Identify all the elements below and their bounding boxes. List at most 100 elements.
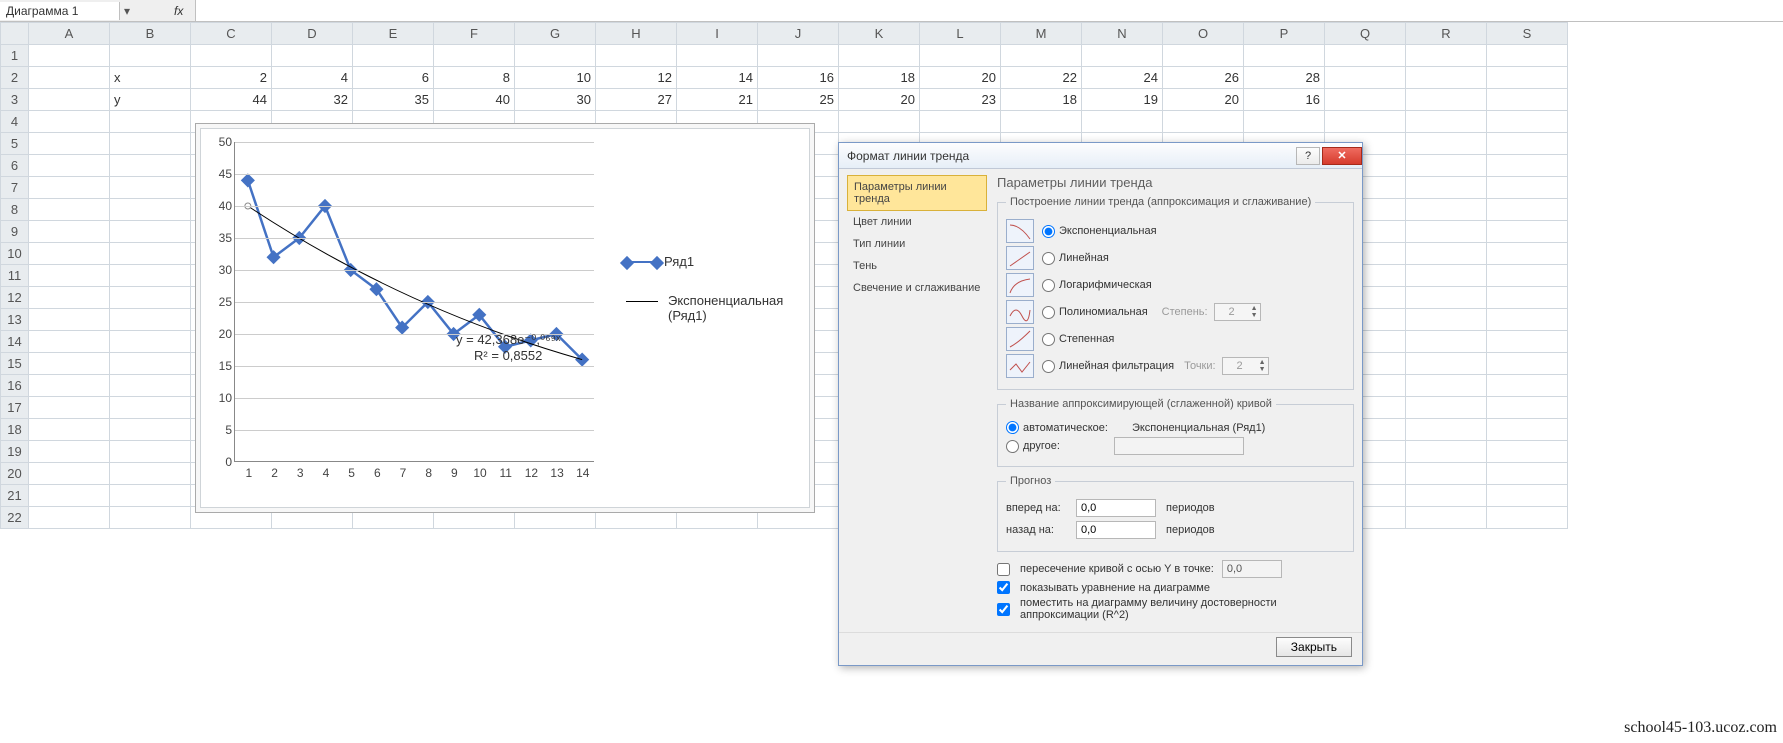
cell-I3[interactable]: 21 [677, 89, 758, 111]
cell-R13[interactable] [1406, 309, 1487, 331]
cell-B9[interactable] [110, 221, 191, 243]
row-header-13[interactable]: 13 [1, 309, 29, 331]
cell-C2[interactable]: 2 [191, 67, 272, 89]
row-header-18[interactable]: 18 [1, 419, 29, 441]
cell-S1[interactable] [1487, 45, 1568, 67]
cell-A5[interactable] [29, 133, 110, 155]
radio-log[interactable] [1042, 279, 1055, 292]
cell-F1[interactable] [434, 45, 515, 67]
cell-M3[interactable]: 18 [1001, 89, 1082, 111]
tab-trendline-params[interactable]: Параметры линии тренда [847, 175, 987, 211]
cell-A16[interactable] [29, 375, 110, 397]
cell-C1[interactable] [191, 45, 272, 67]
row-header-2[interactable]: 2 [1, 67, 29, 89]
cell-R15[interactable] [1406, 353, 1487, 375]
cell-S5[interactable] [1487, 133, 1568, 155]
cell-B14[interactable] [110, 331, 191, 353]
select-all-cell[interactable] [1, 23, 29, 45]
row-header-14[interactable]: 14 [1, 331, 29, 353]
close-icon[interactable]: ✕ [1322, 147, 1362, 165]
radio-exponential[interactable] [1042, 225, 1055, 238]
cell-F3[interactable]: 40 [434, 89, 515, 111]
cell-K4[interactable] [839, 111, 920, 133]
cell-B1[interactable] [110, 45, 191, 67]
cell-A14[interactable] [29, 331, 110, 353]
cell-N2[interactable]: 24 [1082, 67, 1163, 89]
cell-Q3[interactable] [1325, 89, 1406, 111]
cell-A22[interactable] [29, 507, 110, 529]
cell-R22[interactable] [1406, 507, 1487, 529]
cell-S18[interactable] [1487, 419, 1568, 441]
row-header-1[interactable]: 1 [1, 45, 29, 67]
col-header-F[interactable]: F [434, 23, 515, 45]
radio-name-auto[interactable] [1006, 421, 1019, 434]
cell-K1[interactable] [839, 45, 920, 67]
cell-B18[interactable] [110, 419, 191, 441]
col-header-Q[interactable]: Q [1325, 23, 1406, 45]
dialog-titlebar[interactable]: Формат линии тренда ? ✕ [839, 143, 1362, 169]
col-header-J[interactable]: J [758, 23, 839, 45]
checkbox-intercept[interactable] [997, 563, 1010, 576]
cell-J3[interactable]: 25 [758, 89, 839, 111]
cell-D2[interactable]: 4 [272, 67, 353, 89]
cell-K2[interactable]: 18 [839, 67, 920, 89]
tab-glow[interactable]: Свечение и сглаживание [847, 277, 987, 299]
cell-L4[interactable] [920, 111, 1001, 133]
cell-A12[interactable] [29, 287, 110, 309]
cell-S12[interactable] [1487, 287, 1568, 309]
cell-G1[interactable] [515, 45, 596, 67]
col-header-N[interactable]: N [1082, 23, 1163, 45]
cell-A20[interactable] [29, 463, 110, 485]
cell-A15[interactable] [29, 353, 110, 375]
cell-L3[interactable]: 23 [920, 89, 1001, 111]
cell-R3[interactable] [1406, 89, 1487, 111]
cell-B3[interactable]: y [110, 89, 191, 111]
radio-poly[interactable] [1042, 306, 1055, 319]
cell-A2[interactable] [29, 67, 110, 89]
cell-S16[interactable] [1487, 375, 1568, 397]
cell-D3[interactable]: 32 [272, 89, 353, 111]
cell-P4[interactable] [1244, 111, 1325, 133]
checkbox-show-equation[interactable] [997, 581, 1010, 594]
radio-mavg[interactable] [1042, 360, 1055, 373]
tab-shadow[interactable]: Тень [847, 255, 987, 277]
cell-A4[interactable] [29, 111, 110, 133]
row-header-10[interactable]: 10 [1, 243, 29, 265]
cell-N3[interactable]: 19 [1082, 89, 1163, 111]
cell-R12[interactable] [1406, 287, 1487, 309]
cell-S17[interactable] [1487, 397, 1568, 419]
cell-B11[interactable] [110, 265, 191, 287]
cell-O1[interactable] [1163, 45, 1244, 67]
row-header-11[interactable]: 11 [1, 265, 29, 287]
cell-S4[interactable] [1487, 111, 1568, 133]
cell-L2[interactable]: 20 [920, 67, 1001, 89]
cell-O4[interactable] [1163, 111, 1244, 133]
row-header-7[interactable]: 7 [1, 177, 29, 199]
checkbox-show-r2[interactable] [997, 603, 1010, 616]
cell-A13[interactable] [29, 309, 110, 331]
col-header-O[interactable]: O [1163, 23, 1244, 45]
cell-C3[interactable]: 44 [191, 89, 272, 111]
cell-R11[interactable] [1406, 265, 1487, 287]
cell-E1[interactable] [353, 45, 434, 67]
row-header-20[interactable]: 20 [1, 463, 29, 485]
cell-R20[interactable] [1406, 463, 1487, 485]
cell-A9[interactable] [29, 221, 110, 243]
forward-input[interactable] [1076, 499, 1156, 517]
row-header-17[interactable]: 17 [1, 397, 29, 419]
col-header-H[interactable]: H [596, 23, 677, 45]
cell-B4[interactable] [110, 111, 191, 133]
col-header-G[interactable]: G [515, 23, 596, 45]
cell-R10[interactable] [1406, 243, 1487, 265]
cell-S10[interactable] [1487, 243, 1568, 265]
row-header-3[interactable]: 3 [1, 89, 29, 111]
row-header-5[interactable]: 5 [1, 133, 29, 155]
cell-B2[interactable]: x [110, 67, 191, 89]
cell-B8[interactable] [110, 199, 191, 221]
backward-input[interactable] [1076, 521, 1156, 539]
cell-R17[interactable] [1406, 397, 1487, 419]
cell-R9[interactable] [1406, 221, 1487, 243]
cell-B12[interactable] [110, 287, 191, 309]
cell-S6[interactable] [1487, 155, 1568, 177]
cell-O3[interactable]: 20 [1163, 89, 1244, 111]
